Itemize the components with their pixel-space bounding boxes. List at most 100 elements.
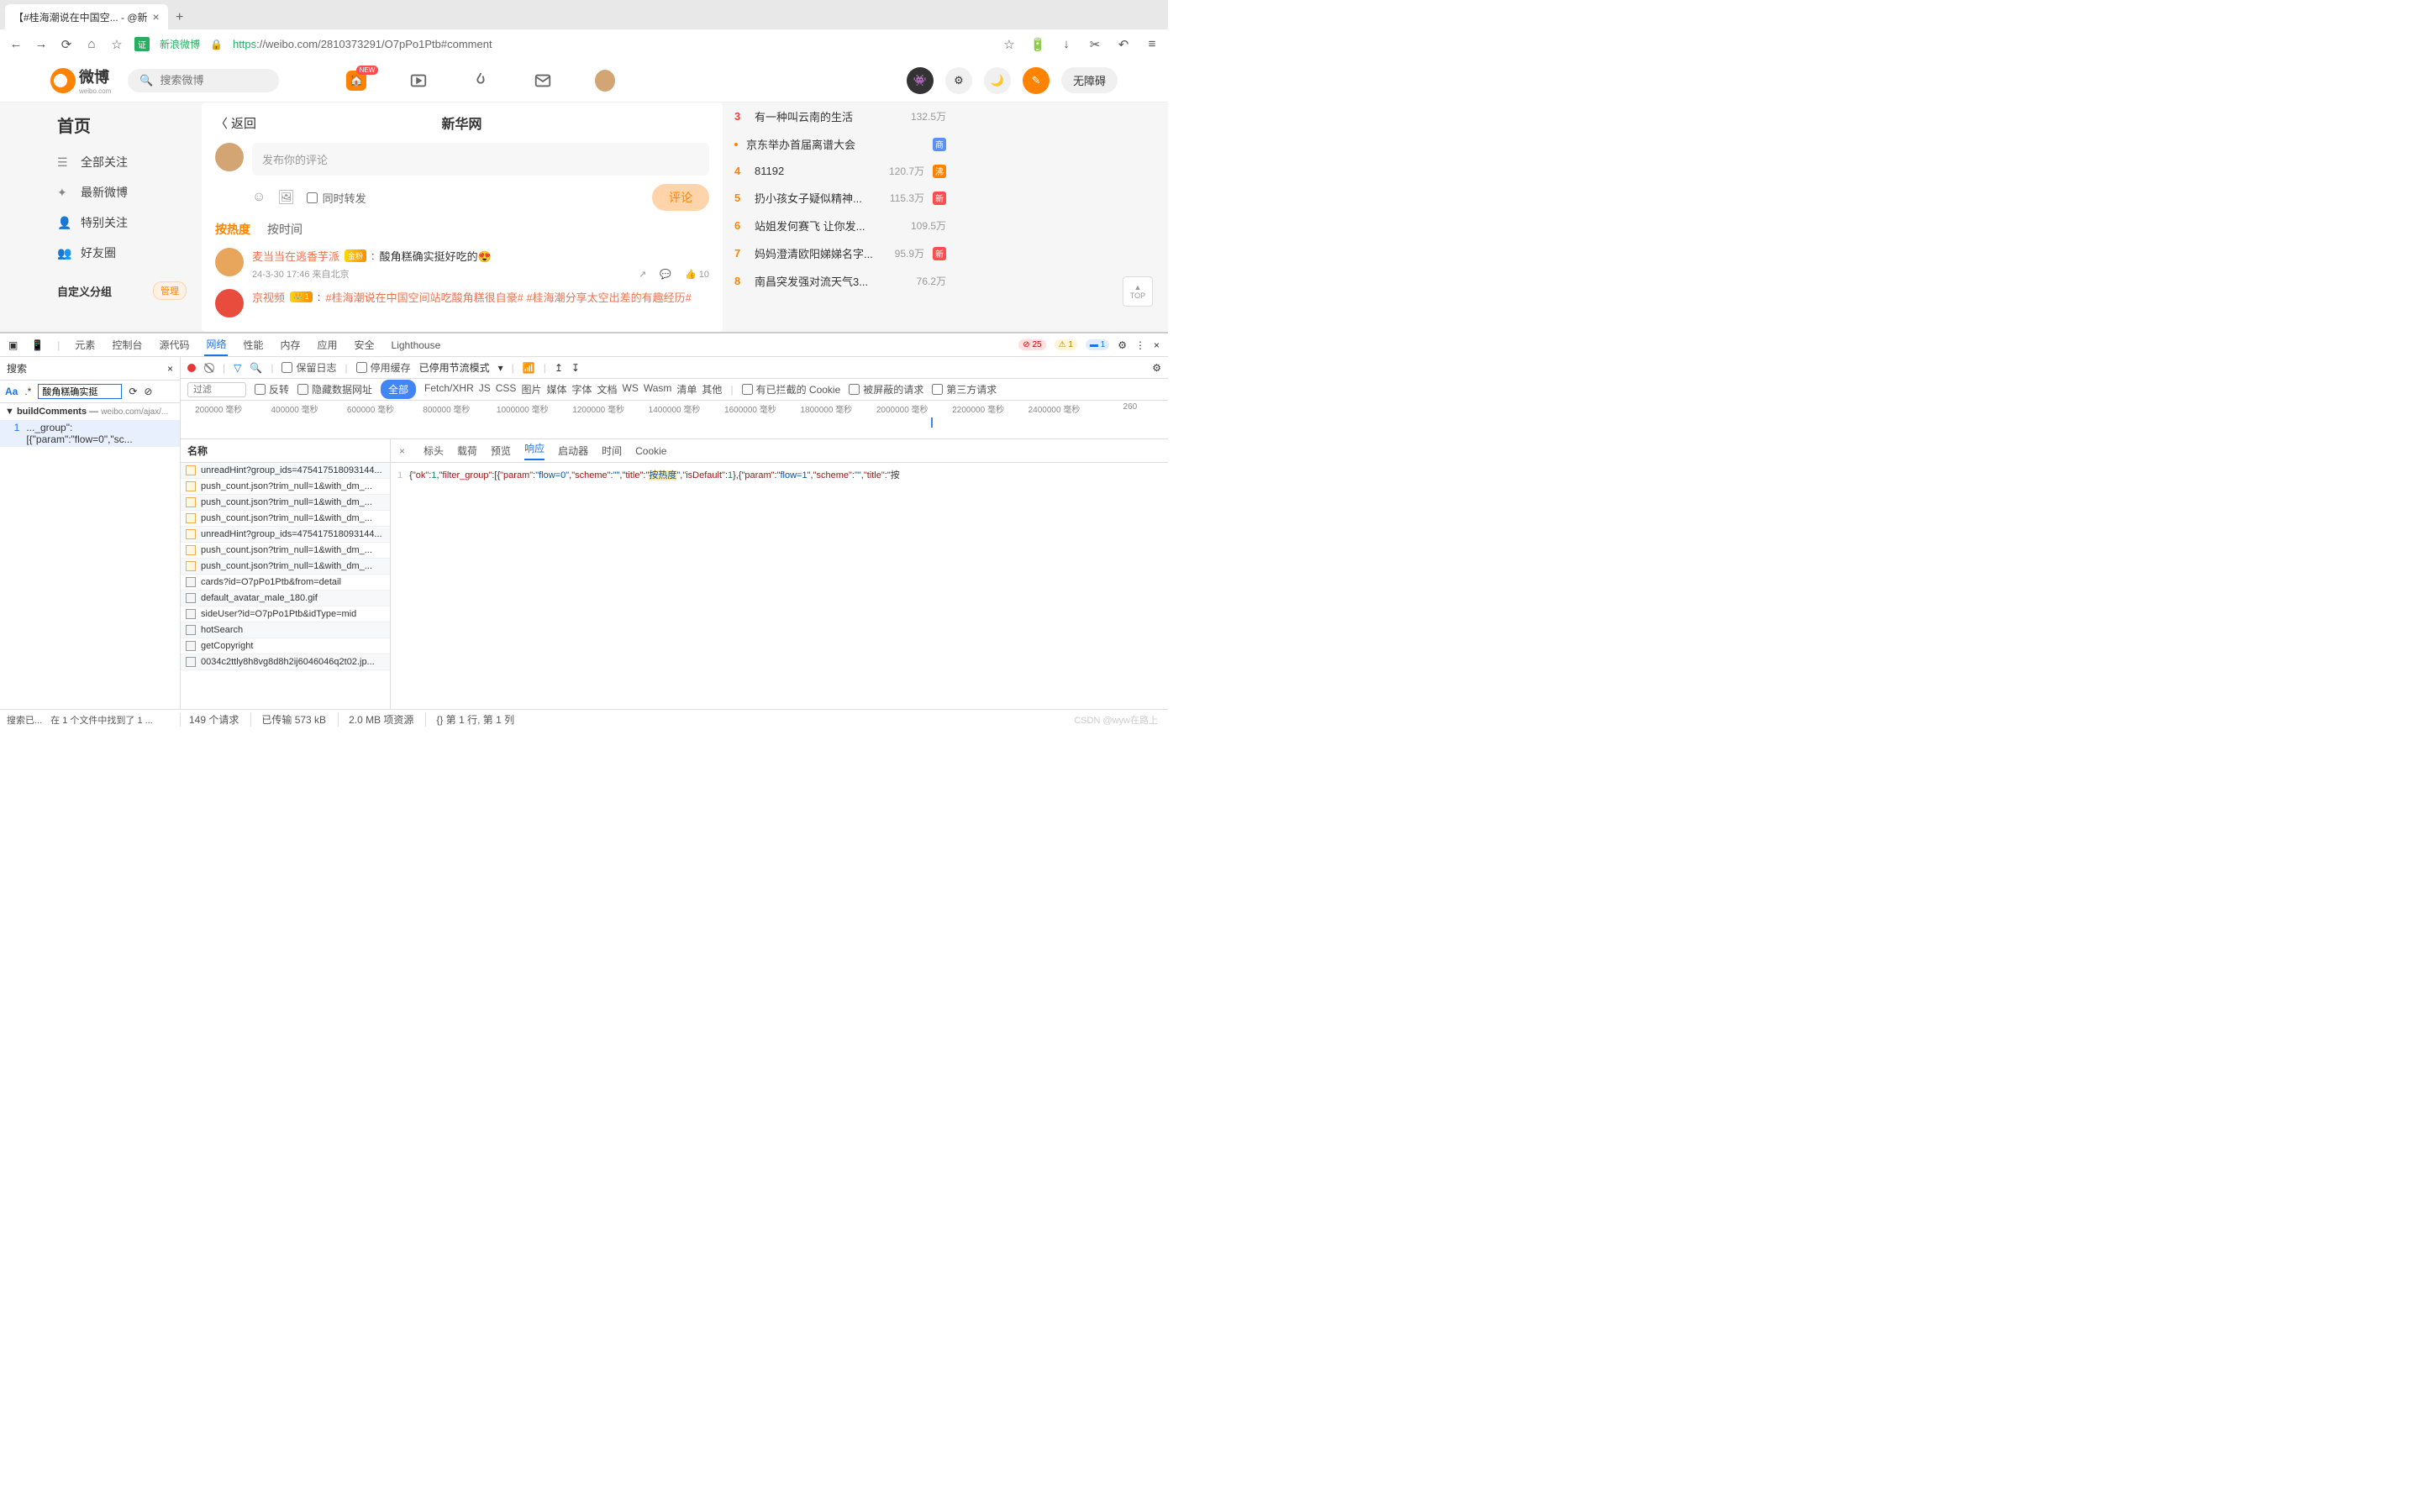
search-box[interactable]: 🔍 <box>128 69 279 92</box>
comment-input[interactable]: 发布你的评论 <box>252 143 709 176</box>
hot-item[interactable]: 5扔小孩女子疑似精神...115.3万新 <box>731 184 950 212</box>
tab-application[interactable]: 应用 <box>316 334 339 355</box>
mail-nav-icon[interactable] <box>533 71 553 91</box>
upload-icon[interactable]: ↥ <box>555 362 563 374</box>
tab-security[interactable]: 安全 <box>353 334 376 355</box>
avatar-nav[interactable] <box>595 71 615 91</box>
clear-icon[interactable]: ⊘ <box>144 386 152 397</box>
sidebar-item-latest[interactable]: ✦最新微博 <box>50 177 193 207</box>
close-icon[interactable]: × <box>153 10 160 24</box>
compose-icon[interactable]: ✎ <box>1023 67 1050 94</box>
request-row[interactable]: push_count.json?trim_null=1&with_dm_... <box>181 511 390 527</box>
filter-input[interactable] <box>187 382 246 397</box>
disable-cache-checkbox[interactable]: 停用缓存 <box>356 360 411 375</box>
request-row[interactable]: default_avatar_male_180.gif <box>181 591 390 606</box>
hot-item[interactable]: 6站姐发何赛飞 让你发...109.5万 <box>731 212 950 239</box>
resp-tab-headers[interactable]: 标头 <box>424 444 444 458</box>
request-row[interactable]: unreadHint?group_ids=475417518093144... <box>181 463 390 479</box>
comment-text[interactable]: #桂海潮说在中国空间站吃酸角糕很自豪# #桂海潮分享太空出差的有趣经历# <box>325 289 692 305</box>
fire-nav-icon[interactable] <box>471 71 491 91</box>
url[interactable]: https://weibo.com/2810373291/O7pPo1Ptb#c… <box>233 38 492 50</box>
home-icon[interactable]: ⌂ <box>84 37 99 52</box>
warning-count[interactable]: ⚠ 1 <box>1055 339 1077 350</box>
close-icon[interactable]: × <box>399 445 405 457</box>
record-icon[interactable] <box>187 364 196 372</box>
device-icon[interactable]: 📱 <box>31 339 44 351</box>
browser-tab[interactable]: 【#桂海潮说在中国空... - @新 × <box>5 4 168 29</box>
message-count[interactable]: ▬ 1 <box>1086 339 1109 350</box>
video-nav-icon[interactable] <box>408 71 429 91</box>
invert-checkbox[interactable]: 反转 <box>255 382 289 396</box>
clear-icon[interactable] <box>204 363 214 373</box>
gear-icon[interactable]: ⚙ <box>945 67 972 94</box>
tab-network[interactable]: 网络 <box>204 333 228 356</box>
accessibility-button[interactable]: 无障碍 <box>1061 67 1118 93</box>
request-row[interactable]: push_count.json?trim_null=1&with_dm_... <box>181 479 390 495</box>
hot-item[interactable]: 7妈妈澄清欧阳娣娣名字...95.9万新 <box>731 239 950 267</box>
request-row[interactable]: sideUser?id=O7pPo1Ptb&idType=mid <box>181 606 390 622</box>
tab-sources[interactable]: 源代码 <box>157 334 191 355</box>
error-count[interactable]: ⊘ 25 <box>1018 339 1045 350</box>
filter-type[interactable]: 文档 <box>597 382 617 396</box>
sort-hot[interactable]: 按热度 <box>215 221 250 238</box>
request-row[interactable]: push_count.json?trim_null=1&with_dm_... <box>181 495 390 511</box>
back-button[interactable]: 〈返回 <box>215 114 256 132</box>
manage-button[interactable]: 管理 <box>153 281 187 300</box>
scissors-icon[interactable]: ✂ <box>1087 37 1102 52</box>
filter-type[interactable]: 图片 <box>521 382 541 396</box>
filter-type[interactable]: 其他 <box>702 382 722 396</box>
filter-type[interactable]: WS <box>623 382 639 396</box>
request-row[interactable]: push_count.json?trim_null=1&with_dm_... <box>181 559 390 575</box>
request-row[interactable]: 0034c2ttly8h8vg8d8h2ij6046046q2t02.jp... <box>181 654 390 670</box>
undo-icon[interactable]: ↶ <box>1116 37 1131 52</box>
weibo-logo[interactable]: 微博 weibo.com <box>50 66 111 95</box>
search-input[interactable] <box>160 74 267 87</box>
preserve-log-checkbox[interactable]: 保留日志 <box>281 360 336 375</box>
refresh-icon[interactable]: ⟳ <box>129 386 137 397</box>
request-row[interactable]: hotSearch <box>181 622 390 638</box>
thirdparty-checkbox[interactable]: 第三方请求 <box>932 382 997 396</box>
comment-user[interactable]: 京视频 <box>252 289 285 305</box>
gear-icon[interactable]: ⚙ <box>1118 339 1127 351</box>
filter-type[interactable]: JS <box>479 382 491 396</box>
hot-item[interactable]: 481192120.7万沸 <box>731 158 950 184</box>
sidebar-home[interactable]: 首页 <box>50 113 193 137</box>
avatar[interactable] <box>215 289 244 318</box>
request-row[interactable]: getCopyright <box>181 638 390 654</box>
share-icon[interactable]: ↗ <box>639 269 646 280</box>
timeline[interactable]: 200000 毫秒400000 毫秒600000 毫秒800000 毫秒1000… <box>181 401 1168 439</box>
close-icon[interactable]: × <box>1154 339 1160 351</box>
download-icon[interactable]: ↓ <box>1059 37 1074 52</box>
like-button[interactable]: 👍 10 <box>685 269 709 280</box>
back-to-top-button[interactable]: ▲TOP <box>1123 276 1153 307</box>
menu-icon[interactable]: ≡ <box>1144 37 1160 52</box>
hide-data-checkbox[interactable]: 隐藏数据网址 <box>297 382 372 396</box>
inspect-icon[interactable]: ▣ <box>8 339 18 351</box>
wifi-icon[interactable]: 📶 <box>523 362 535 374</box>
request-row[interactable]: cards?id=O7pPo1Ptb&from=detail <box>181 575 390 591</box>
moon-icon[interactable]: 🌙 <box>984 67 1011 94</box>
tab-lighthouse[interactable]: Lighthouse <box>390 336 443 354</box>
tab-elements[interactable]: 元素 <box>73 334 97 355</box>
star-icon[interactable]: ☆ <box>1002 37 1017 52</box>
close-icon[interactable]: × <box>167 363 173 375</box>
search-icon[interactable]: 🔍 <box>250 362 262 374</box>
filter-type[interactable]: Wasm <box>644 382 672 396</box>
reload-icon[interactable]: ⟳ <box>59 37 74 52</box>
filter-type[interactable]: Fetch/XHR <box>424 382 474 396</box>
bookmark-icon[interactable]: ☆ <box>109 37 124 52</box>
sidebar-item-special[interactable]: 👤特别关注 <box>50 207 193 238</box>
filter-type[interactable]: 清单 <box>676 382 697 396</box>
name-header[interactable]: 名称 <box>181 439 390 463</box>
sidebar-item-all[interactable]: ☰全部关注 <box>50 147 193 177</box>
hot-item[interactable]: 京东举办首届离谱大会商 <box>731 130 950 158</box>
resp-tab-cookies[interactable]: Cookie <box>635 445 666 457</box>
throttle-dropdown[interactable]: 已停用节流模式 <box>419 360 490 375</box>
case-toggle[interactable]: Aa <box>5 386 18 397</box>
resp-tab-preview[interactable]: 预览 <box>491 444 511 458</box>
sort-time[interactable]: 按时间 <box>267 221 302 238</box>
resp-tab-initiator[interactable]: 启动器 <box>558 444 588 458</box>
download-icon[interactable]: ↧ <box>571 362 580 374</box>
search-input[interactable] <box>38 384 122 399</box>
search-match-row[interactable]: 1 ..._group":[{"param":"flow=0","sc... <box>0 420 180 447</box>
